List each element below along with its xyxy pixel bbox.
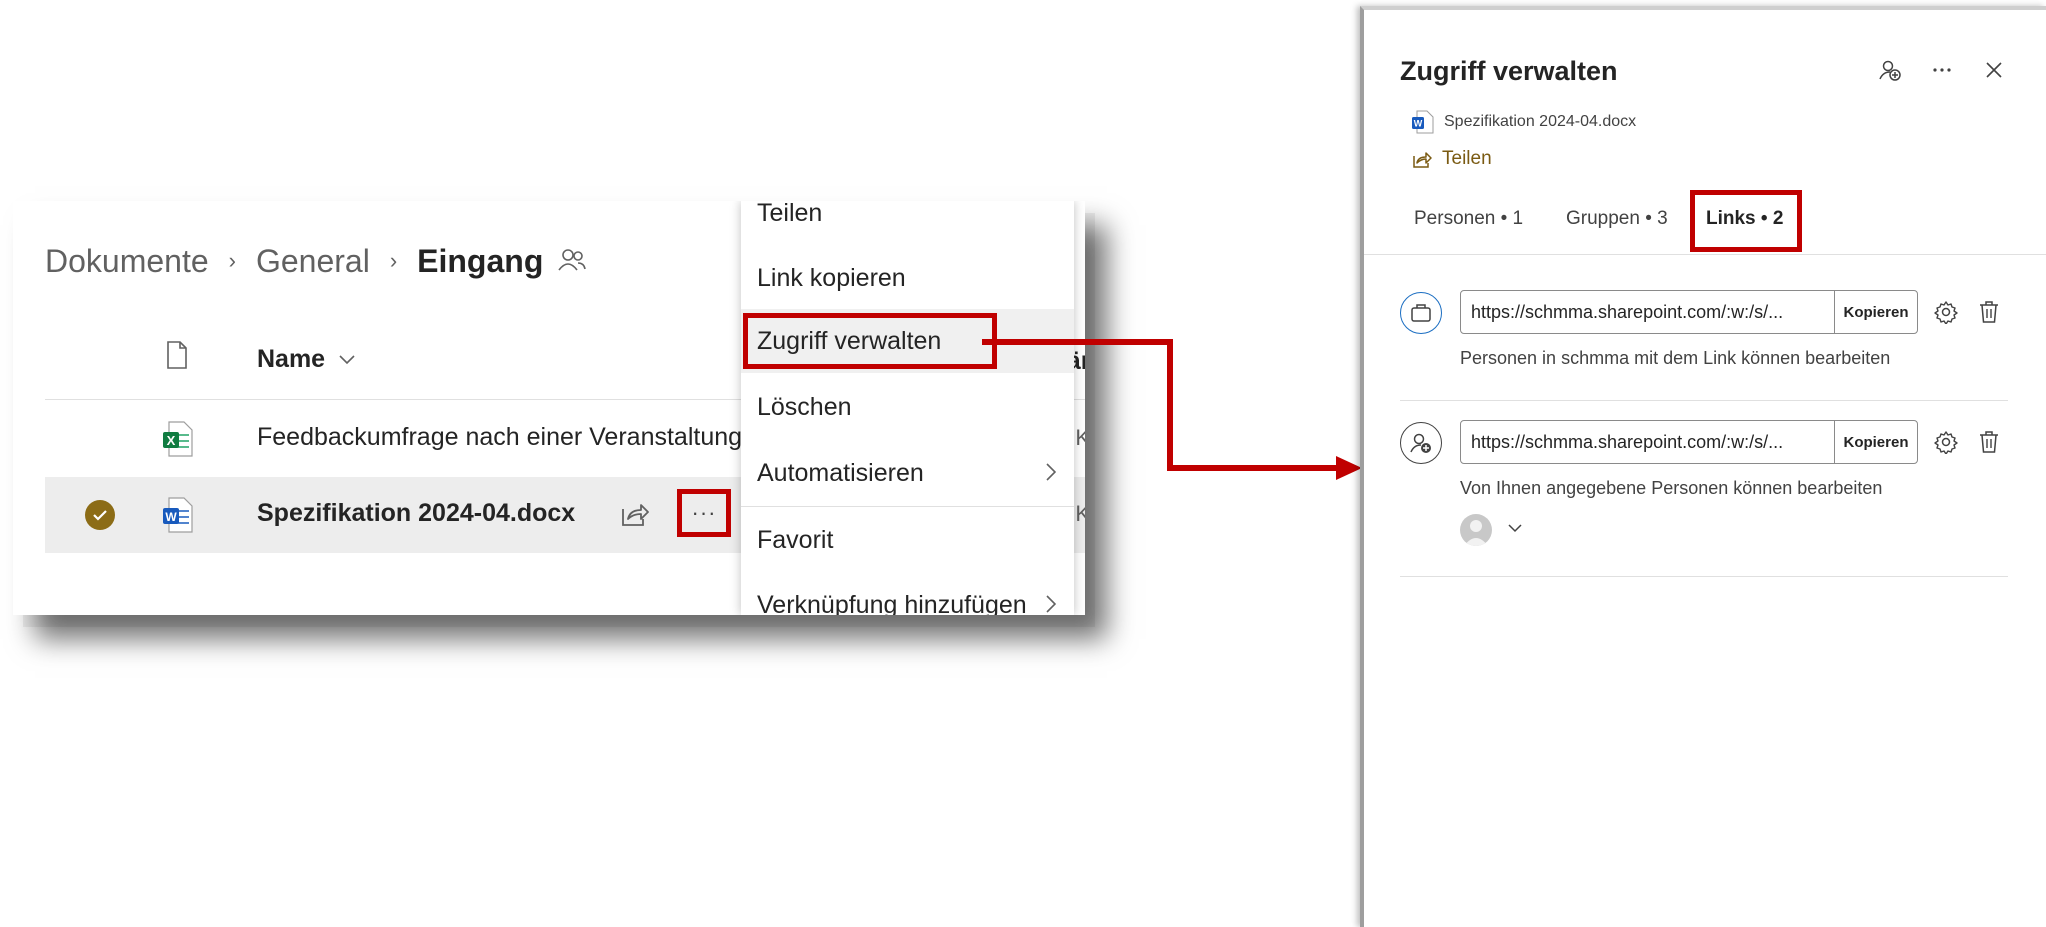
svg-text:W: W	[165, 510, 177, 524]
tab-links[interactable]: Links • 2	[1706, 208, 1783, 230]
panel-title: Zugriff verwalten	[1400, 56, 1618, 86]
menu-item-label: Automatisieren	[757, 458, 924, 487]
close-icon[interactable]	[1982, 58, 2006, 82]
breadcrumb-dokumente[interactable]: Dokumente	[45, 243, 209, 280]
link-description: Von Ihnen angegebene Personen können bea…	[1460, 478, 1883, 498]
document-info: W Spezifikation 2024-04.docx	[1412, 110, 1636, 134]
chevron-right-icon: ›	[228, 248, 236, 273]
menu-item-teilen[interactable]: Teilen	[741, 201, 1074, 245]
trash-icon[interactable]	[1978, 430, 2000, 454]
context-menu: Teilen Link kopieren Zugriff verwalten L…	[741, 201, 1074, 615]
menu-item-favorit[interactable]: Favorit	[741, 508, 1074, 572]
chevron-right-icon: ›	[389, 248, 398, 273]
menu-item-label: Löschen	[757, 392, 852, 421]
copy-link-button[interactable]: Kopieren	[1834, 421, 1917, 463]
menu-item-verknuepfung-hinzufuegen[interactable]: Verknüpfung hinzufügen	[741, 573, 1074, 615]
name-column-header[interactable]: Name	[257, 345, 355, 374]
copy-link-button[interactable]: Kopieren	[1834, 291, 1917, 333]
specific-people-link-icon	[1400, 422, 1442, 464]
link-description: Personen in schmma mit dem Link können b…	[1460, 348, 1891, 368]
file-type-icon[interactable]	[166, 341, 188, 369]
add-person-icon[interactable]	[1878, 58, 1902, 82]
menu-separator	[741, 506, 1074, 507]
gear-icon[interactable]	[1934, 300, 1958, 324]
highlight-box	[743, 313, 997, 369]
people-icon[interactable]	[557, 246, 587, 276]
share-icon[interactable]	[619, 499, 649, 529]
share-label: Teilen	[1442, 148, 1492, 169]
word-file-icon: W	[1412, 110, 1434, 134]
chevron-right-icon	[1046, 595, 1056, 613]
svg-text:X: X	[167, 433, 176, 448]
link-item: https://schmma.sharepoint.com/:w:/s/... …	[1400, 420, 2008, 577]
organization-link-icon	[1400, 292, 1442, 334]
share-icon	[1413, 152, 1432, 168]
gear-icon[interactable]	[1934, 430, 1958, 454]
menu-item-link-kopieren[interactable]: Link kopieren	[741, 246, 1074, 310]
tab-bar: Personen • 1 Gruppen • 3 Links • 2	[1364, 190, 2046, 255]
link-item: https://schmma.sharepoint.com/:w:/s/... …	[1400, 290, 2008, 401]
word-file-icon: W	[163, 497, 193, 533]
trash-icon[interactable]	[1978, 300, 2000, 324]
manage-access-panel: Zugriff verwalten W Spezifikation 2024-0…	[1360, 6, 2046, 927]
tab-personen[interactable]: Personen • 1	[1414, 208, 1523, 230]
selected-checkmark-icon[interactable]	[85, 500, 115, 530]
more-options-button[interactable]: ···	[677, 489, 731, 537]
name-column-label: Name	[257, 345, 326, 373]
file-name[interactable]: Spezifikation 2024-04.docx	[257, 499, 575, 528]
svg-text:W: W	[1414, 119, 1423, 129]
link-url[interactable]: https://schmma.sharepoint.com/:w:/s/...	[1461, 291, 1834, 333]
share-link-button[interactable]: Teilen	[1412, 148, 1492, 170]
more-options-icon[interactable]	[1930, 58, 1954, 82]
chevron-down-icon	[339, 354, 355, 364]
breadcrumb-eingang: Eingang	[417, 242, 544, 279]
menu-item-label: Link kopieren	[757, 263, 906, 292]
menu-item-automatisieren[interactable]: Automatisieren	[741, 441, 1074, 505]
chevron-down-icon[interactable]	[1508, 524, 1522, 533]
menu-item-label: Teilen	[757, 201, 823, 227]
excel-file-icon: X	[163, 421, 193, 457]
breadcrumb: Dokumente › General › Eingang	[45, 239, 587, 283]
chevron-right-icon	[1046, 463, 1056, 481]
link-url-field[interactable]: https://schmma.sharepoint.com/:w:/s/... …	[1460, 420, 1918, 464]
menu-item-label: Verknüpfung hinzufügen	[757, 590, 1027, 616]
menu-item-loeschen[interactable]: Löschen	[741, 375, 1074, 439]
avatar[interactable]	[1460, 514, 1492, 546]
breadcrumb-general[interactable]: General	[256, 243, 370, 280]
menu-item-label: Favorit	[757, 525, 834, 554]
tab-gruppen[interactable]: Gruppen • 3	[1566, 208, 1668, 230]
document-library: Dokumente › General › Eingang Name eär	[13, 201, 1085, 615]
panel-actions	[1878, 58, 2006, 82]
document-name: Spezifikation 2024-04.docx	[1444, 113, 1637, 130]
file-name[interactable]: Feedbackumfrage nach einer Veranstaltung…	[257, 423, 763, 452]
link-url[interactable]: https://schmma.sharepoint.com/:w:/s/...	[1461, 421, 1834, 463]
link-url-field[interactable]: https://schmma.sharepoint.com/:w:/s/... …	[1460, 290, 1918, 334]
